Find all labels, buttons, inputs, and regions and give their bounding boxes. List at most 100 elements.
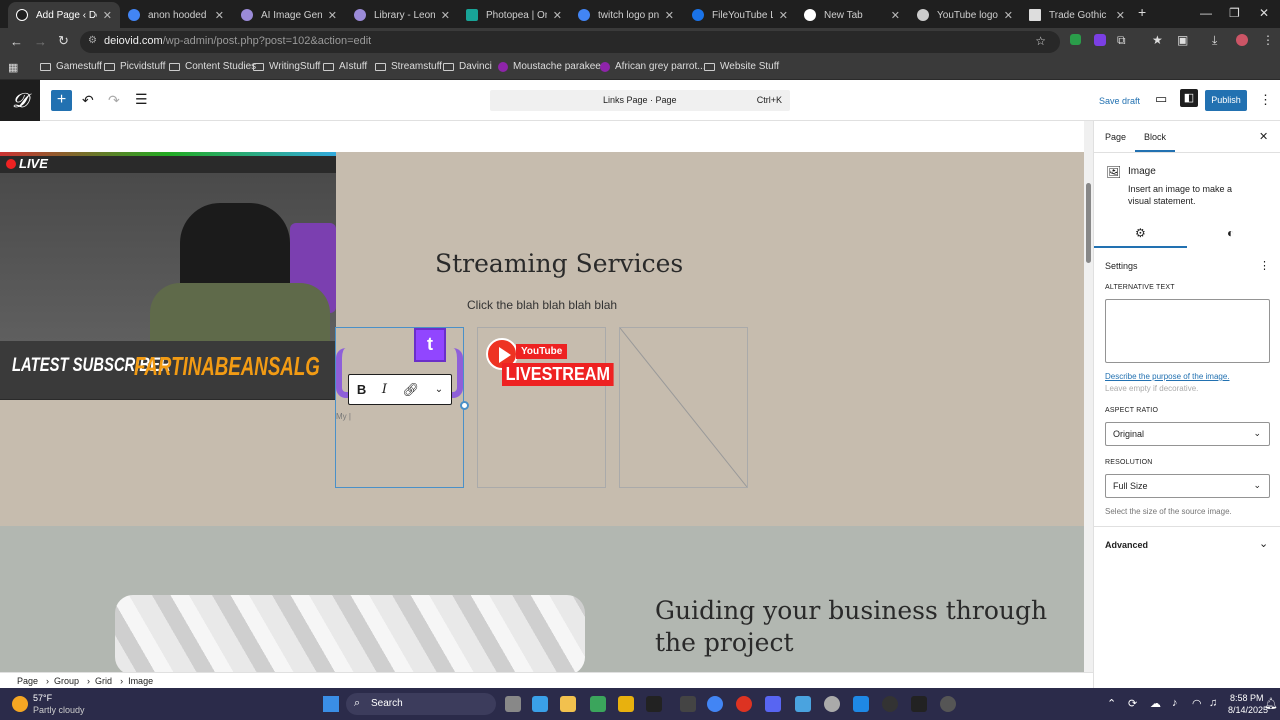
advanced-panel-toggle[interactable]: Advanced (1105, 540, 1148, 550)
tray-cloud-icon[interactable]: ☁ (1150, 697, 1161, 710)
close-icon[interactable]: ✕ (891, 9, 900, 22)
youtube-image-block[interactable]: YouTube LIVESTREAM (477, 327, 614, 488)
close-icon[interactable]: ✕ (328, 9, 337, 22)
breadcrumb-grid[interactable]: Grid (95, 676, 112, 686)
close-icon[interactable]: ✕ (215, 9, 224, 22)
bookmark-content-studies[interactable]: Content Studies (169, 61, 256, 72)
tab-photopea[interactable]: Photopea | Online ✕ (458, 2, 570, 28)
window-close-icon[interactable]: ✕ (1259, 6, 1269, 20)
alt-text-input[interactable] (1105, 299, 1270, 363)
microphone-icon[interactable]: ♪ (1172, 697, 1178, 709)
close-icon[interactable]: ✕ (779, 9, 788, 22)
app-icon[interactable] (795, 696, 811, 712)
close-icon[interactable]: ✕ (103, 9, 112, 22)
bookmark-aistuff[interactable]: AIstuff (323, 61, 367, 72)
reload-icon[interactable]: ↻ (58, 33, 69, 49)
url-field[interactable]: ⚙ deiovid.com/wp-admin/post.php?post=102… (80, 31, 1060, 53)
options-kebab-icon[interactable]: ⋮ (1259, 92, 1272, 108)
tab-trade-gothic[interactable]: Trade Gothic Bold ✕ (1021, 2, 1133, 28)
extension-icon[interactable] (1070, 34, 1081, 45)
add-block-button[interactable]: + (51, 90, 72, 111)
close-icon[interactable]: ✕ (665, 9, 674, 22)
scrollbar-thumb[interactable] (1086, 183, 1091, 263)
preview-icon[interactable]: ▭ (1155, 91, 1167, 107)
new-tab-button[interactable]: + (1138, 4, 1146, 20)
bookmark-picvidstuff[interactable]: Picvidstuff (104, 61, 165, 72)
geometric-image[interactable] (115, 595, 585, 672)
extension-icon[interactable] (1094, 34, 1106, 46)
taskbar-search[interactable]: ⌕ Search (346, 693, 496, 715)
settings-panel-icon[interactable]: ◧ (1180, 89, 1198, 107)
file-explorer-icon[interactable] (560, 696, 576, 712)
volume-icon[interactable]: ♫ (1209, 697, 1217, 709)
guiding-section[interactable]: Guiding your business through the projec… (0, 526, 1084, 672)
wifi-icon[interactable]: ◠ (1192, 697, 1202, 710)
bookmark-star-icon[interactable]: ☆ (1035, 34, 1046, 48)
bookmark-african-grey[interactable]: African grey parrot... (600, 61, 706, 72)
discord-icon[interactable] (765, 696, 781, 712)
notification-bell-icon[interactable]: 🔔︎ (1264, 697, 1278, 710)
tray-app-icon[interactable]: ⟳ (1128, 697, 1137, 710)
app-icon[interactable] (824, 696, 840, 712)
tab-twitch-logo[interactable]: twitch logo png - ✕ (570, 2, 682, 28)
save-draft-button[interactable]: Save draft (1099, 96, 1140, 106)
site-info-icon[interactable]: ⚙ (88, 35, 97, 46)
app-icon[interactable] (680, 696, 696, 712)
chevron-down-icon[interactable]: ⌄ (435, 384, 443, 395)
streaming-section[interactable]: LIVE LATEST SUBSCRIBER FARTINABEANSALG S… (0, 152, 1084, 526)
describe-purpose-link[interactable]: Describe the purpose of the image. (1105, 372, 1230, 381)
weather-icon[interactable] (12, 696, 28, 712)
bookmark-gamestuff[interactable]: Gamestuff (40, 61, 102, 72)
copilot-icon[interactable] (532, 696, 548, 712)
close-icon[interactable]: ✕ (441, 9, 450, 22)
profile-avatar[interactable] (1236, 34, 1248, 46)
tab-youtube-font[interactable]: YouTube logo fon ✕ (909, 2, 1021, 28)
minimize-icon[interactable]: — (1200, 6, 1212, 20)
resize-handle[interactable] (460, 401, 469, 410)
app-icon[interactable] (736, 696, 752, 712)
chevron-down-icon[interactable]: ⌄ (1259, 537, 1268, 550)
start-icon[interactable] (323, 696, 339, 712)
app-icon[interactable] (882, 696, 898, 712)
close-icon[interactable]: ✕ (1259, 130, 1268, 143)
section-subtext[interactable]: Click the blah blah blah blah (467, 298, 617, 312)
tab-add-page[interactable]: Add Page ‹ Deiovi ✕ (8, 2, 120, 28)
app-icon[interactable] (618, 696, 634, 712)
italic-button[interactable]: I (382, 382, 387, 397)
apps-grid-icon[interactable]: ▦ (8, 61, 18, 74)
caption-input[interactable]: My | (336, 412, 351, 421)
close-icon[interactable]: ✕ (553, 9, 562, 22)
tab-youtube-live[interactable]: FileYouTube Live ✕ (684, 2, 796, 28)
forward-icon[interactable]: → (34, 34, 47, 49)
undo-icon[interactable]: ↶ (82, 92, 94, 109)
document-overview-icon[interactable]: ☰ (135, 91, 148, 108)
twitch-image-block[interactable]: t My | (335, 327, 469, 488)
settings-gear-icon[interactable]: ⚙ (1135, 226, 1146, 240)
app-icon[interactable] (853, 696, 869, 712)
bookmark-davinci[interactable]: Davinci (443, 61, 492, 72)
close-icon[interactable]: ✕ (1004, 9, 1013, 22)
styles-contrast-icon[interactable]: ◐ (1227, 226, 1234, 240)
resolution-select[interactable]: Full Size ⌄ (1105, 474, 1270, 498)
back-icon[interactable]: ← (10, 34, 23, 49)
section-heading-2[interactable]: Guiding your business through the projec… (655, 595, 1084, 659)
settings-kebab-icon[interactable]: ⋮ (1259, 259, 1270, 272)
stream-overlay-image[interactable]: LIVE LATEST SUBSCRIBER FARTINABEANSALG (0, 152, 336, 400)
extensions-puzzle-icon[interactable]: ⧉ (1117, 33, 1126, 48)
placeholder-image-block[interactable] (619, 327, 748, 488)
redo-icon[interactable]: ↷ (108, 92, 120, 109)
canvas-scrollbar[interactable] (1084, 121, 1093, 672)
bookmarks-icon[interactable]: ★ (1152, 33, 1163, 47)
tab-page[interactable]: Page (1105, 132, 1126, 142)
side-panel-icon[interactable]: ▣ (1177, 33, 1188, 47)
app-icon[interactable] (646, 696, 662, 712)
app-icon[interactable] (911, 696, 927, 712)
tab-block[interactable]: Block (1144, 132, 1166, 142)
section-heading[interactable]: Streaming Services (435, 249, 683, 278)
link-icon[interactable]: 🔗︎ (403, 382, 420, 398)
restore-icon[interactable]: ❐ (1229, 6, 1240, 20)
publish-button[interactable]: Publish (1205, 90, 1247, 111)
close-icon[interactable]: ✕ (1116, 9, 1125, 22)
clock-date[interactable]: 8/14/2025 (1228, 705, 1268, 715)
breadcrumb-page[interactable]: Page (17, 676, 38, 686)
